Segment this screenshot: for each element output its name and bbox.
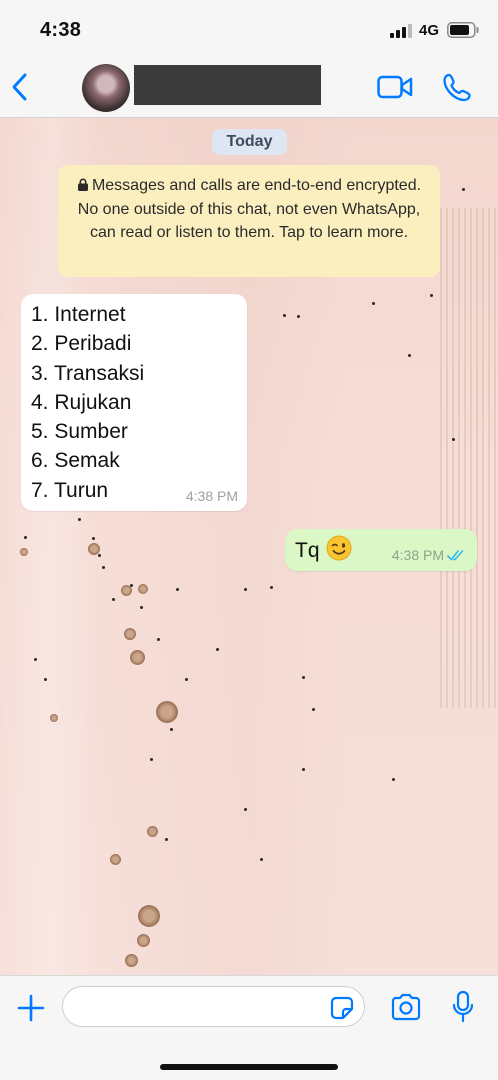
message-status: 4:38 PM (392, 547, 467, 563)
battery-icon (447, 22, 479, 38)
wallpaper-speck (216, 648, 219, 651)
wallpaper-spot (137, 934, 150, 947)
wallpaper-speck (24, 536, 27, 539)
message-line: 2. Peribadi (31, 332, 132, 356)
wallpaper-speck (302, 768, 305, 771)
message-line: 6. Semak (31, 449, 120, 473)
message-input[interactable] (62, 986, 365, 1027)
wallpaper-speck (430, 294, 433, 297)
status-bar: 4:38 4G (0, 0, 498, 58)
composer-bar (0, 975, 498, 1080)
wallpaper-speck (170, 728, 173, 731)
status-time: 4:38 (40, 19, 82, 41)
wallpaper-speck (34, 658, 37, 661)
wallpaper-spot (121, 585, 132, 596)
wallpaper-speck (283, 314, 286, 317)
wallpaper-speck (302, 676, 305, 679)
wallpaper-speck (372, 302, 375, 305)
wallpaper-speck (140, 606, 143, 609)
home-indicator (160, 1064, 338, 1070)
winking-face-icon (326, 535, 352, 561)
wallpaper-speck (78, 518, 81, 521)
wallpaper-speck (92, 537, 95, 540)
wallpaper-speck (270, 586, 273, 589)
sticker-icon[interactable] (328, 994, 356, 1022)
message-time: 4:38 PM (391, 547, 444, 563)
wallpaper-speck (185, 678, 188, 681)
wallpaper-speck (452, 438, 455, 441)
wallpaper-spot (138, 905, 160, 927)
message-line: 5. Sumber (31, 420, 128, 444)
wallpaper-speck (150, 758, 153, 761)
wallpaper-speck (98, 554, 101, 557)
wallpaper-speck (44, 678, 47, 681)
wallpaper-spot (20, 548, 28, 556)
wallpaper-spot (156, 701, 178, 723)
encryption-notice[interactable]: Messages and calls are end-to-end encryp… (58, 165, 440, 277)
encryption-notice-text: Messages and calls are end-to-end encryp… (77, 177, 422, 241)
wallpaper-speck (312, 708, 315, 711)
chat-header (0, 58, 498, 118)
signal-icon (390, 24, 412, 38)
chevron-left-icon[interactable] (8, 70, 32, 104)
message-time: 4:38 PM (185, 488, 238, 504)
message-line: 1. Internet (31, 303, 126, 326)
wallpaper-spot (88, 543, 100, 555)
wallpaper-spot (147, 826, 158, 837)
phone-icon[interactable] (442, 72, 472, 102)
outgoing-message[interactable]: Tq 4:38 PM (285, 529, 477, 571)
wallpaper-streaks (440, 208, 498, 708)
date-chip: Today (212, 129, 287, 155)
double-check-icon (447, 550, 464, 561)
contact-name-redacted[interactable] (134, 65, 321, 105)
chat-area[interactable]: Today Messages and calls are end-to-end … (0, 118, 498, 975)
wallpaper-speck (244, 588, 247, 591)
wallpaper-speck (102, 566, 105, 569)
lock-icon (77, 178, 88, 191)
microphone-icon[interactable] (451, 990, 475, 1024)
wallpaper-speck (165, 838, 168, 841)
wallpaper-spot (125, 954, 138, 967)
wallpaper-speck (244, 808, 247, 811)
wallpaper-speck (392, 778, 395, 781)
message-line: 3. Transaksi (31, 361, 145, 385)
incoming-message[interactable]: 1. Internet 2. Peribadi 3. Transaksi 4. … (21, 294, 247, 511)
wallpaper-spot (130, 650, 145, 665)
wallpaper-speck (297, 315, 300, 318)
wallpaper-speck (176, 588, 179, 591)
wallpaper-spot (50, 714, 58, 722)
video-icon[interactable] (377, 74, 413, 100)
message-text: Tq (295, 539, 320, 562)
wallpaper-spot (124, 628, 136, 640)
message-line: 4. Rujukan (31, 390, 132, 414)
network-type: 4G (419, 22, 440, 39)
wallpaper-speck (157, 638, 160, 641)
wallpaper-spot (138, 584, 148, 594)
wallpaper-spot (110, 854, 121, 865)
plus-icon[interactable] (16, 993, 46, 1023)
wallpaper-speck (408, 354, 411, 357)
wallpaper-speck (462, 188, 465, 191)
wallpaper-speck (260, 858, 263, 861)
avatar[interactable] (82, 64, 130, 112)
camera-icon[interactable] (390, 993, 422, 1021)
wallpaper-speck (112, 598, 115, 601)
